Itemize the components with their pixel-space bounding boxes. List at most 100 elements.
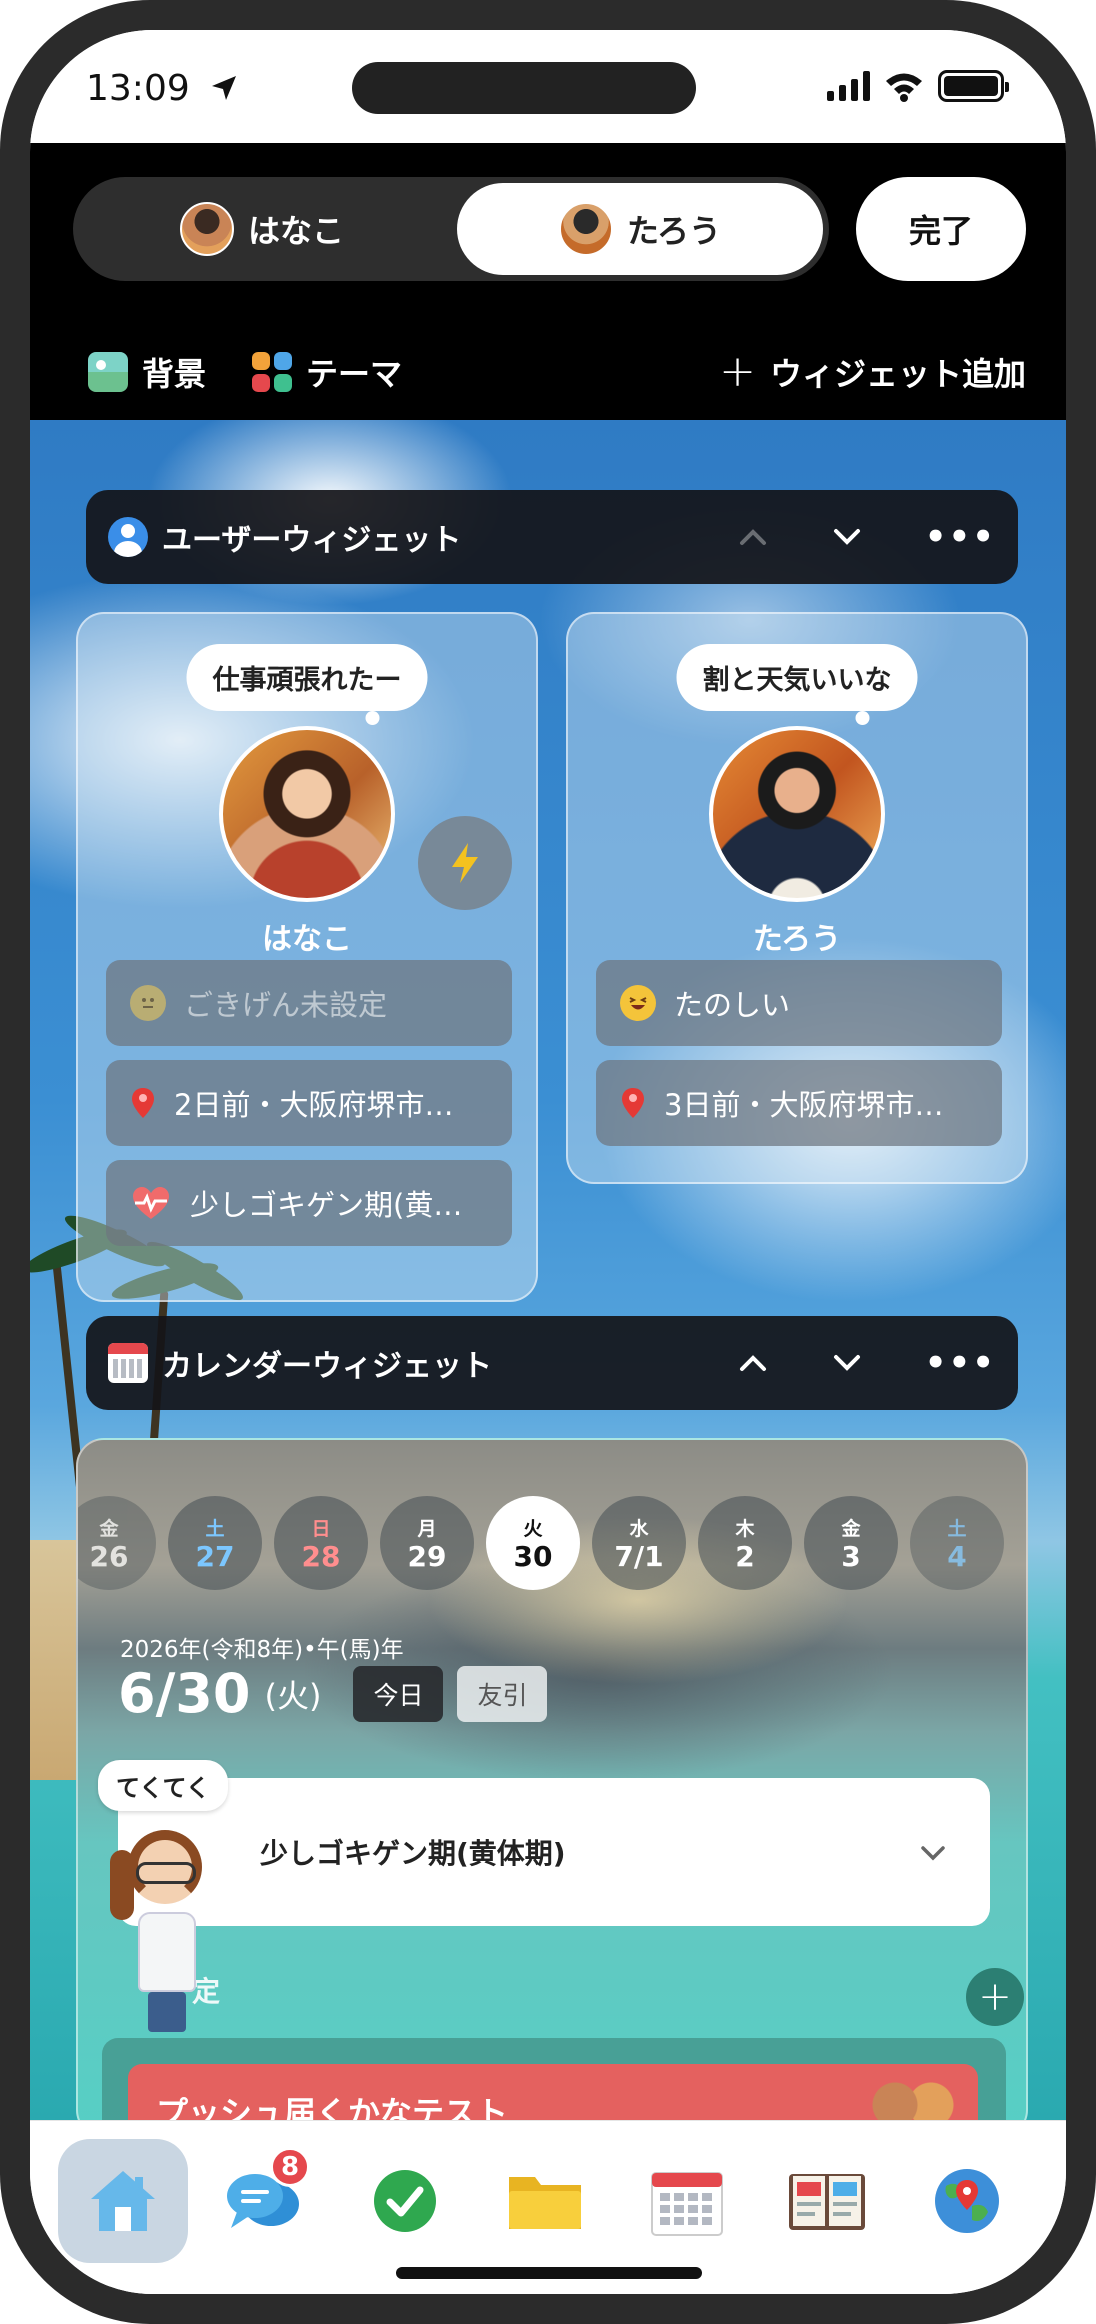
day-chip[interactable]: 火 30 bbox=[486, 1496, 580, 1590]
cycle-event-card[interactable]: 少しゴキゲン期(黄体期) bbox=[118, 1778, 990, 1926]
day-number: 30 bbox=[513, 1539, 553, 1573]
status-bar: 13:09 bbox=[30, 30, 1066, 143]
plus-icon: + bbox=[719, 346, 756, 397]
rokuyo-badge: 友引 bbox=[457, 1665, 548, 1722]
day-number: 26 bbox=[89, 1539, 129, 1573]
more-options-icon[interactable]: ••• bbox=[925, 517, 996, 557]
day-weekday: 金 bbox=[99, 1517, 119, 1540]
folder-icon bbox=[509, 2177, 581, 2229]
user-card-taro[interactable]: 割と天気いいな たろう たのしい 3日前・大阪府堺市… bbox=[566, 612, 1028, 1184]
cycle-row[interactable]: 少しゴキゲン期(黄… bbox=[106, 1160, 512, 1246]
move-down-icon[interactable] bbox=[831, 521, 863, 553]
neutral-face-icon bbox=[130, 985, 166, 1021]
add-event-button[interactable]: + bbox=[966, 1968, 1024, 2026]
day-weekday: 土 bbox=[205, 1517, 225, 1540]
map-pin-icon bbox=[132, 1088, 154, 1118]
background-button[interactable]: 背景 bbox=[88, 349, 206, 395]
date-number: 6/30 bbox=[118, 1662, 251, 1725]
day-weekday: 火 bbox=[523, 1517, 543, 1540]
tab-map[interactable] bbox=[902, 2139, 1032, 2263]
calendar-widget-header: カレンダーウィジェット ••• bbox=[86, 1316, 1018, 1410]
event-title: 少しゴキゲン期(黄体期) bbox=[260, 1837, 566, 1870]
mood-row[interactable]: ごきげん未設定 bbox=[106, 960, 512, 1046]
signal-icon bbox=[827, 71, 870, 101]
location-row[interactable]: 2日前・大阪府堺市… bbox=[106, 1060, 512, 1146]
theme-button[interactable]: テーマ bbox=[252, 349, 402, 395]
day-chip[interactable]: 月 29 bbox=[380, 1496, 474, 1590]
add-widget-label: ウィジェット追加 bbox=[769, 355, 1026, 393]
tab-tasks[interactable] bbox=[340, 2139, 470, 2263]
screen: 13:09 はなこ たろう 完了 背景 テーマ + ウィジェット追加 ユーザーウ… bbox=[30, 30, 1066, 2294]
checkmark-icon bbox=[374, 2170, 436, 2232]
day-chip[interactable]: 水 7/1 bbox=[592, 1496, 686, 1590]
location-row[interactable]: 3日前・大阪府堺市… bbox=[596, 1060, 1002, 1146]
status-bubble: 割と天気いいな bbox=[676, 644, 918, 725]
done-button[interactable]: 完了 bbox=[856, 177, 1026, 281]
day-chip[interactable]: 土4 bbox=[910, 1496, 1004, 1590]
location-text: 3日前・大阪府堺市… bbox=[664, 1088, 944, 1122]
date-weekday: (火) bbox=[264, 1676, 322, 1715]
profile-photo bbox=[219, 726, 395, 902]
location-arrow-icon bbox=[212, 76, 236, 100]
segment-label: はなこ bbox=[247, 212, 344, 250]
map-pin-icon bbox=[622, 1088, 644, 1118]
segment-hanako[interactable]: はなこ bbox=[79, 183, 445, 275]
calendar-icon bbox=[651, 2172, 723, 2236]
profile-photo bbox=[709, 726, 885, 902]
status-icons bbox=[827, 70, 1009, 102]
day-number: 4 bbox=[947, 1539, 967, 1573]
day-number: 7/1 bbox=[614, 1539, 664, 1573]
segment-taro[interactable]: たろう bbox=[457, 183, 823, 275]
tab-home[interactable] bbox=[58, 2139, 188, 2263]
edit-header: はなこ たろう 完了 背景 テーマ + ウィジェット追加 bbox=[30, 143, 1066, 420]
heart-pulse-icon bbox=[133, 1187, 169, 1219]
move-down-icon[interactable] bbox=[831, 1347, 863, 1379]
move-up-icon[interactable] bbox=[737, 1347, 769, 1379]
era-label: 2026年(令和8年)•午(馬)年 bbox=[120, 1637, 404, 1663]
user-card-hanako[interactable]: 仕事頑張れたー はなこ ごきげん未設定 2日前・大阪府堺市… 少しゴキゲン期(黄… bbox=[76, 612, 538, 1302]
background-label: 背景 bbox=[142, 355, 207, 393]
avatar bbox=[558, 202, 613, 256]
tab-chat[interactable]: 8 bbox=[198, 2139, 328, 2263]
tab-calendar[interactable] bbox=[622, 2139, 752, 2263]
theme-label: テーマ bbox=[306, 355, 403, 393]
image-icon bbox=[88, 352, 128, 392]
day-weekday: 月 bbox=[417, 1517, 437, 1540]
day-number: 28 bbox=[301, 1539, 341, 1573]
user-name: たろう bbox=[752, 922, 842, 957]
user-segmented-control: はなこ たろう bbox=[73, 177, 829, 281]
day-weekday: 木 bbox=[735, 1517, 755, 1540]
mascot-character[interactable] bbox=[108, 1820, 228, 2040]
more-options-icon[interactable]: ••• bbox=[925, 1343, 996, 1383]
segment-label: たろう bbox=[626, 212, 722, 250]
tab-files[interactable] bbox=[480, 2139, 610, 2263]
cycle-text: 少しゴキゲン期(黄… bbox=[190, 1188, 463, 1222]
tab-diary[interactable] bbox=[762, 2139, 892, 2263]
day-chip[interactable]: 金 26 bbox=[78, 1496, 156, 1590]
today-button[interactable]: 今日 bbox=[353, 1665, 444, 1722]
widget-controls: ••• bbox=[737, 517, 996, 557]
user-name: はなこ bbox=[262, 922, 352, 957]
home-icon bbox=[91, 2171, 155, 2231]
day-chip[interactable]: 木2 bbox=[698, 1496, 792, 1590]
mood-row[interactable]: たのしい bbox=[596, 960, 1002, 1046]
status-bubble: 仕事頑張れたー bbox=[186, 644, 428, 725]
day-number: 27 bbox=[195, 1539, 235, 1573]
move-up-icon[interactable] bbox=[737, 521, 769, 553]
calendar-widget-card: 金 26 土 27 日 28 月 29 火 30 水 7/1 木 2 金 3 土 4 2026年(令和8年)•午(… bbox=[76, 1438, 1028, 2138]
day-chip[interactable]: 日 28 bbox=[274, 1496, 368, 1590]
location-text: 2日前・大阪府堺市… bbox=[174, 1088, 454, 1122]
day-chip[interactable]: 金3 bbox=[804, 1496, 898, 1590]
day-number: 29 bbox=[407, 1539, 447, 1573]
chevron-down-icon bbox=[921, 1846, 945, 1861]
mood-text: たのしい bbox=[674, 988, 791, 1022]
day-number: 3 bbox=[841, 1539, 861, 1573]
phone-frame: 13:09 はなこ たろう 完了 背景 テーマ + ウィジェット追加 ユーザーウ… bbox=[0, 0, 1096, 2324]
day-weekday: 日 bbox=[311, 1517, 331, 1540]
character-speech-tag: てくてく bbox=[98, 1760, 228, 1811]
widget-controls: ••• bbox=[737, 1343, 996, 1383]
day-chip[interactable]: 土 27 bbox=[168, 1496, 262, 1590]
add-widget-button[interactable]: + ウィジェット追加 bbox=[719, 349, 1026, 395]
calendar-widget-title: カレンダーウィジェット bbox=[162, 1349, 492, 1384]
lightning-icon[interactable] bbox=[418, 816, 512, 910]
